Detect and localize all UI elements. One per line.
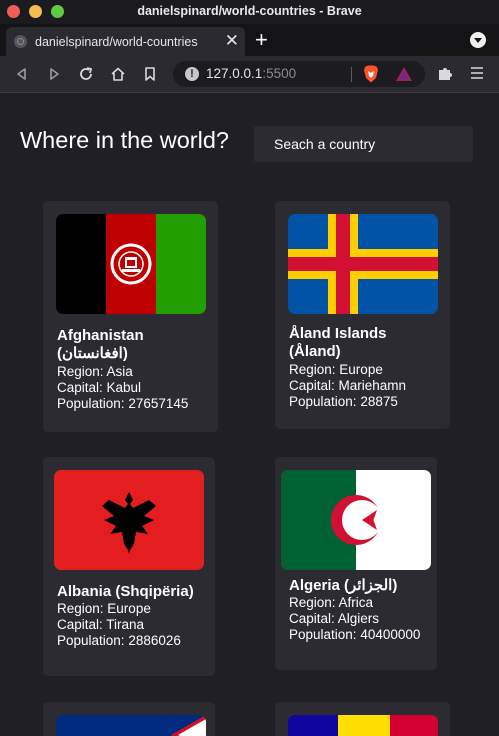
flag-algeria [281, 470, 431, 570]
population-label: Population: [289, 627, 361, 642]
country-capital: Capital: Kabul [57, 380, 141, 396]
close-tab-icon[interactable]: ✕ [225, 32, 239, 49]
region-label: Region: [57, 364, 107, 379]
country-region: Region: Europe [57, 601, 151, 617]
globe-icon [14, 35, 27, 48]
tab-search-icon[interactable] [470, 32, 486, 48]
country-region: Region: Africa [289, 595, 373, 611]
url-port: :5500 [262, 66, 297, 81]
region-value: Africa [338, 595, 374, 610]
browser-toolbar: ! 127.0.0.1:5500 [0, 56, 499, 93]
region-value: Asia [106, 364, 133, 379]
new-tab-button[interactable]: + [255, 29, 268, 51]
page-title: Where in the world? [20, 127, 229, 153]
back-button[interactable] [8, 56, 36, 92]
brave-shields-icon[interactable] [363, 65, 379, 83]
population-value: 2886026 [128, 633, 181, 648]
browser-tab[interactable]: danielspinard/world-countries ✕ [6, 27, 245, 56]
country-card-algeria[interactable]: Algeria (الجزائر) Region: Africa Capital… [275, 457, 437, 670]
population-label: Population: [57, 633, 129, 648]
country-capital: Capital: Algiers [289, 611, 379, 627]
country-card-aland-islands[interactable]: Åland Islands (Åland) Region: Europe Cap… [275, 201, 450, 429]
tab-title: danielspinard/world-countries [35, 35, 198, 49]
url-separator [351, 67, 352, 82]
flag-andorra [288, 715, 438, 736]
home-button[interactable] [104, 56, 132, 92]
region-label: Region: [57, 601, 108, 616]
country-name: Albania (Shqipëria) [57, 583, 194, 600]
bookmark-icon [145, 67, 155, 81]
reload-icon [80, 67, 93, 80]
capital-label: Capital: [289, 611, 338, 626]
population-value: 40400000 [360, 627, 421, 642]
flag-aland-islands [288, 214, 438, 314]
country-name: Algeria (الجزائر) [289, 577, 398, 594]
country-capital: Capital: Tirana [57, 617, 144, 633]
forward-button[interactable] [40, 56, 68, 92]
region-value: Europe [339, 362, 383, 377]
country-name: Åland Islands (Åland) [289, 325, 387, 360]
flag-afghanistan [56, 214, 206, 314]
country-population: Population: 2886026 [57, 633, 181, 649]
country-region: Region: Europe [289, 362, 383, 378]
capital-value: Kabul [106, 380, 142, 395]
population-value: 28875 [360, 394, 398, 409]
capital-label: Capital: [57, 617, 107, 632]
region-label: Region: [289, 595, 339, 610]
brave-rewards-icon[interactable] [395, 66, 413, 82]
capital-value: Mariehamn [338, 378, 407, 393]
country-population: Population: 27657145 [57, 396, 188, 412]
country-population: Population: 28875 [289, 394, 398, 410]
region-value: Europe [107, 601, 151, 616]
back-arrow-icon [17, 68, 26, 80]
country-card-afghanistan[interactable]: Afghanistan (افغانستان) Region: Asia Cap… [43, 201, 218, 432]
country-capital: Capital: Mariehamn [289, 378, 406, 394]
address-bar[interactable]: ! 127.0.0.1:5500 [173, 61, 425, 87]
population-label: Population: [57, 396, 129, 411]
reload-button[interactable] [72, 56, 100, 92]
country-card-andorra[interactable] [275, 702, 450, 736]
country-population: Population: 40400000 [289, 627, 420, 643]
extensions-icon[interactable] [437, 65, 453, 81]
url-host: 127.0.0.1 [206, 66, 263, 81]
bookmark-button[interactable] [136, 56, 164, 92]
capital-value: Tirana [106, 617, 145, 632]
population-value: 27657145 [128, 396, 189, 411]
url-text[interactable]: 127.0.0.1:5500 [206, 66, 296, 81]
country-name: Afghanistan (افغانستان) [57, 327, 144, 362]
country-region: Region: Asia [57, 364, 133, 380]
capital-label: Capital: [289, 378, 339, 393]
menu-icon[interactable] [470, 66, 484, 80]
capital-value: Algiers [337, 611, 380, 626]
region-label: Region: [289, 362, 340, 377]
forward-arrow-icon [50, 68, 59, 80]
population-label: Population: [289, 394, 361, 409]
country-card-american-samoa[interactable] [43, 702, 215, 736]
home-icon [111, 67, 125, 81]
flag-albania [54, 470, 204, 570]
window-titlebar: danielspinard/world-countries - Brave [0, 0, 499, 24]
capital-label: Capital: [57, 380, 107, 395]
tab-bar: danielspinard/world-countries ✕ + [0, 24, 499, 56]
search-input[interactable] [254, 126, 473, 162]
flag-american-samoa [56, 715, 206, 736]
web-page: Where in the world? Afghanistan (افغانست… [0, 93, 499, 736]
site-info-icon[interactable]: ! [185, 67, 199, 81]
country-card-albania[interactable]: Albania (Shqipëria) Region: Europe Capit… [43, 457, 215, 676]
window-title: danielspinard/world-countries - Brave [137, 4, 362, 18]
